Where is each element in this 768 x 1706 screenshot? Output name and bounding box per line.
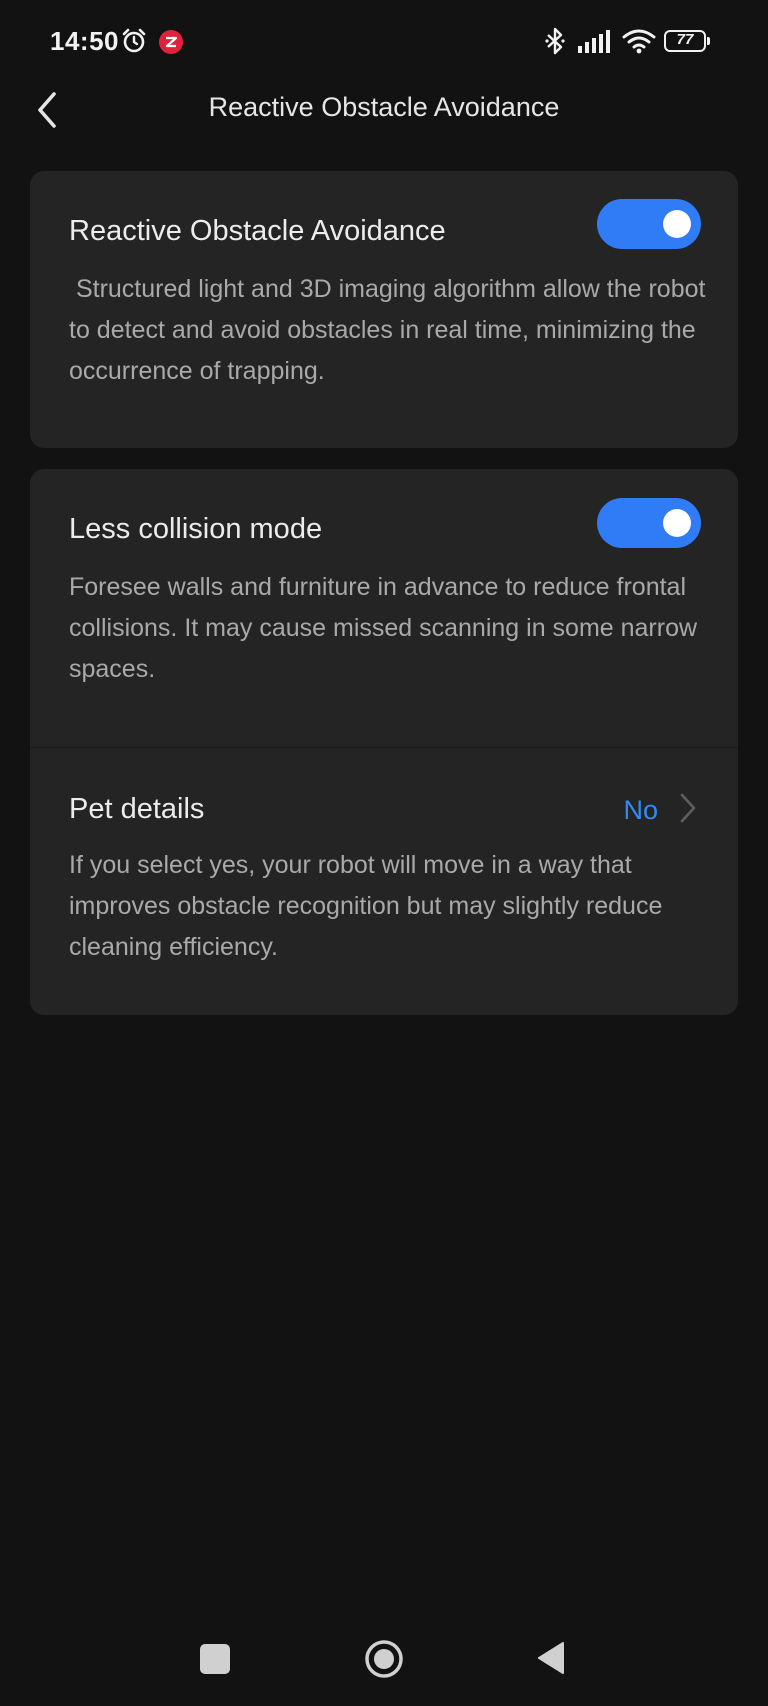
bluetooth-icon: [545, 27, 565, 55]
pet-details-title: Pet details: [69, 793, 205, 825]
divider: [30, 747, 738, 748]
status-time: 14:50: [50, 26, 119, 56]
signal-icon: [578, 30, 610, 53]
alarm-icon: [122, 28, 146, 53]
pet-details-value[interactable]: No: [623, 795, 658, 826]
app-header: Reactive Obstacle Avoidance: [0, 84, 768, 136]
app-notification-icon: [159, 30, 183, 54]
wifi-icon: [622, 29, 656, 54]
system-nav-bar: [0, 1620, 768, 1700]
page-title: Reactive Obstacle Avoidance: [208, 92, 560, 122]
toggle-knob: [663, 509, 691, 537]
obstacle-avoidance-title: Reactive Obstacle Avoidance: [69, 215, 446, 247]
collision-settings-card: Less collision mode Foresee walls and fu…: [30, 469, 738, 1015]
status-bar: 14:50 77: [0, 0, 768, 84]
chevron-right-icon[interactable]: [678, 791, 698, 825]
less-collision-toggle[interactable]: [597, 498, 701, 548]
battery-level: 77: [676, 31, 694, 48]
battery-icon: 77: [664, 30, 712, 54]
home-icon[interactable]: [364, 1639, 404, 1679]
pet-details-description: If you select yes, your robot will move …: [69, 851, 663, 961]
less-collision-description: Foresee walls and furniture in advance t…: [69, 573, 698, 683]
obstacle-avoidance-card: Reactive Obstacle Avoidance Structured l…: [30, 171, 738, 448]
obstacle-avoidance-toggle[interactable]: [597, 199, 701, 249]
less-collision-title: Less collision mode: [69, 513, 323, 545]
toggle-knob: [663, 210, 691, 238]
recent-apps-icon[interactable]: [200, 1644, 230, 1674]
obstacle-avoidance-description: Structured light and 3D imaging algorith…: [69, 275, 713, 385]
back-triangle-icon[interactable]: [536, 1640, 566, 1676]
